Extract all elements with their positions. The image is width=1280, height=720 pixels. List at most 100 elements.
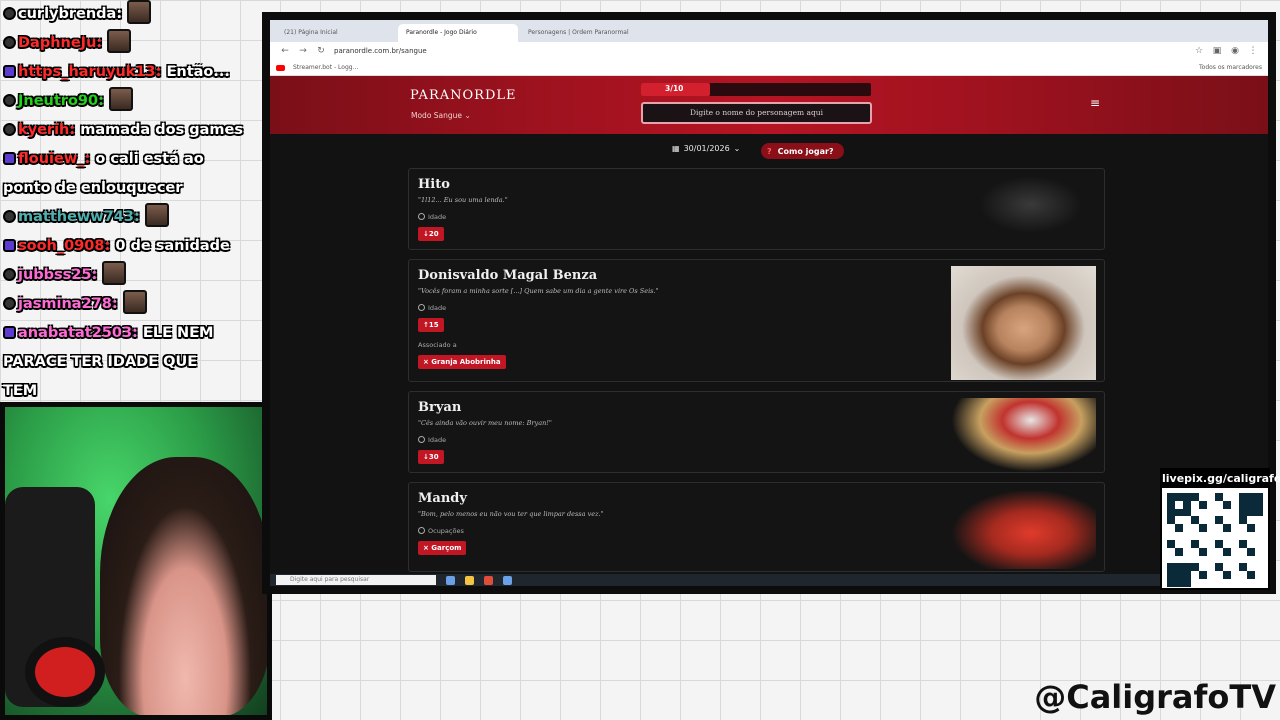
qr-module bbox=[1167, 532, 1175, 540]
back-icon[interactable]: ← bbox=[280, 46, 290, 56]
qr-module bbox=[1175, 579, 1183, 587]
qr-module bbox=[1255, 532, 1263, 540]
qr-module bbox=[1207, 508, 1215, 517]
chat-text: PARACE TER IDADE QUE bbox=[3, 354, 198, 370]
app-icon[interactable] bbox=[503, 575, 512, 585]
character-search-input[interactable]: Digite o nome do personagem aqui bbox=[641, 102, 872, 124]
qr-module bbox=[1199, 579, 1207, 587]
qr-module bbox=[1231, 547, 1239, 556]
chat-username: mattheww743: bbox=[18, 209, 140, 225]
kebab-menu-icon[interactable]: ⋮ bbox=[1248, 46, 1258, 56]
tab-home[interactable]: (21) Página Inicial bbox=[276, 24, 396, 42]
qr-module bbox=[1231, 563, 1239, 572]
chat-badge-icon bbox=[3, 94, 16, 107]
chat-username: jubbss25: bbox=[18, 267, 98, 283]
tab-characters[interactable]: Personagens | Ordem Paranormal bbox=[520, 24, 640, 42]
qr-module bbox=[1215, 493, 1223, 501]
emote-icon bbox=[107, 29, 132, 53]
qr-module bbox=[1223, 532, 1231, 540]
emote-icon bbox=[108, 87, 133, 111]
folder-icon[interactable] bbox=[465, 575, 474, 585]
profile-icon[interactable]: ◉ bbox=[1230, 46, 1240, 56]
chrome-icon[interactable] bbox=[484, 575, 493, 585]
attribute-chip: ↑15 bbox=[418, 318, 444, 332]
qr-module bbox=[1199, 571, 1207, 580]
qr-module bbox=[1215, 571, 1223, 580]
mode-selector[interactable]: Modo Sangue ⌄ bbox=[411, 111, 471, 120]
date-selector[interactable]: ▦ 30/01/2026 ⌄ bbox=[672, 144, 740, 153]
emote-icon bbox=[144, 203, 169, 227]
chat-message: Jneutro90: bbox=[0, 87, 262, 116]
tab-paranordle[interactable]: Paranordle - Jogo Diário bbox=[398, 24, 518, 42]
qr-module bbox=[1191, 571, 1199, 580]
hamburger-menu-icon[interactable]: ≡ bbox=[1090, 96, 1100, 110]
site-logo[interactable]: PARANORDLE bbox=[410, 88, 516, 103]
chat-username: curlybrenda: bbox=[18, 6, 123, 22]
qr-module bbox=[1239, 555, 1247, 564]
channel-handle: @CaligrafoTV bbox=[1034, 678, 1276, 716]
qr-module bbox=[1183, 524, 1191, 533]
app-icon[interactable] bbox=[446, 575, 455, 585]
qr-module bbox=[1239, 532, 1247, 540]
qr-module bbox=[1207, 516, 1215, 525]
url-field[interactable]: paranordle.com.br/sangue bbox=[334, 47, 1186, 55]
qr-module bbox=[1215, 532, 1223, 540]
chat-badge-icon bbox=[3, 36, 16, 49]
qr-module bbox=[1191, 500, 1199, 509]
chat-message: flouiew_: o cali está ao bbox=[0, 145, 262, 174]
chat-username: jasmina278: bbox=[18, 296, 118, 312]
qr-module bbox=[1183, 500, 1191, 509]
qr-module bbox=[1223, 563, 1231, 572]
chat-badge-icon bbox=[3, 7, 16, 20]
qr-module bbox=[1207, 555, 1215, 564]
chat-message: jasmina278: bbox=[0, 290, 262, 319]
taskbar-search-input[interactable]: Digite aqui para pesquisar bbox=[276, 575, 436, 585]
qr-module bbox=[1239, 500, 1247, 509]
chat-text: Então... bbox=[166, 64, 230, 80]
how-to-play-button[interactable]: ? Como jogar? bbox=[761, 143, 844, 159]
chat-message: kyerih: mamada dos games bbox=[0, 116, 262, 145]
chat-overlay: curlybrenda: DaphneJu: https_haruyuk13: … bbox=[0, 0, 262, 406]
qr-module bbox=[1191, 524, 1199, 533]
qr-module bbox=[1239, 493, 1247, 501]
qr-module bbox=[1199, 500, 1207, 509]
qr-module bbox=[1255, 539, 1263, 548]
qr-module bbox=[1215, 579, 1223, 587]
qr-module bbox=[1191, 579, 1199, 587]
chat-message: ponto de enlouquecer bbox=[0, 174, 262, 203]
chat-username: anabatat2503: bbox=[18, 325, 138, 341]
qr-module bbox=[1183, 516, 1191, 525]
emote-icon bbox=[122, 290, 147, 314]
qr-module bbox=[1247, 571, 1255, 580]
all-bookmarks[interactable]: Todos os marcadores bbox=[1199, 64, 1262, 71]
forward-icon[interactable]: → bbox=[298, 46, 308, 56]
qr-module bbox=[1175, 493, 1183, 501]
chat-text: 0 de sanidade bbox=[115, 238, 230, 254]
qr-module bbox=[1239, 524, 1247, 533]
chat-message: DaphneJu: bbox=[0, 29, 262, 58]
character-portrait bbox=[951, 489, 1096, 569]
guess-card: Hito "1l12... Eu sou uma lenda." Idade ↓20 bbox=[408, 168, 1105, 250]
qr-module bbox=[1223, 579, 1231, 587]
qr-module bbox=[1175, 524, 1183, 533]
youtube-icon[interactable] bbox=[276, 64, 285, 71]
qr-module bbox=[1207, 532, 1215, 540]
qr-module bbox=[1183, 532, 1191, 540]
guess-card: Bryan "Cês ainda vão ouvir meu nome: Brya… bbox=[408, 391, 1105, 473]
qr-module bbox=[1247, 508, 1255, 517]
reload-icon[interactable]: ↻ bbox=[316, 46, 326, 56]
qr-module bbox=[1215, 563, 1223, 572]
qr-module bbox=[1167, 563, 1175, 572]
qr-module bbox=[1247, 539, 1255, 548]
qr-module bbox=[1191, 539, 1199, 548]
qr-module bbox=[1199, 539, 1207, 548]
bookmark-streamerbot[interactable]: Streamer.bot - Logg... bbox=[293, 64, 358, 71]
attribute-chip: ↓30 bbox=[418, 450, 444, 464]
chat-badge-icon bbox=[3, 297, 16, 310]
extensions-icon[interactable]: ▣ bbox=[1212, 46, 1222, 56]
qr-module bbox=[1215, 524, 1223, 533]
qr-module bbox=[1199, 563, 1207, 572]
qr-module bbox=[1255, 493, 1263, 501]
bookmark-star-icon[interactable]: ☆ bbox=[1194, 46, 1204, 56]
qr-module bbox=[1239, 516, 1247, 525]
